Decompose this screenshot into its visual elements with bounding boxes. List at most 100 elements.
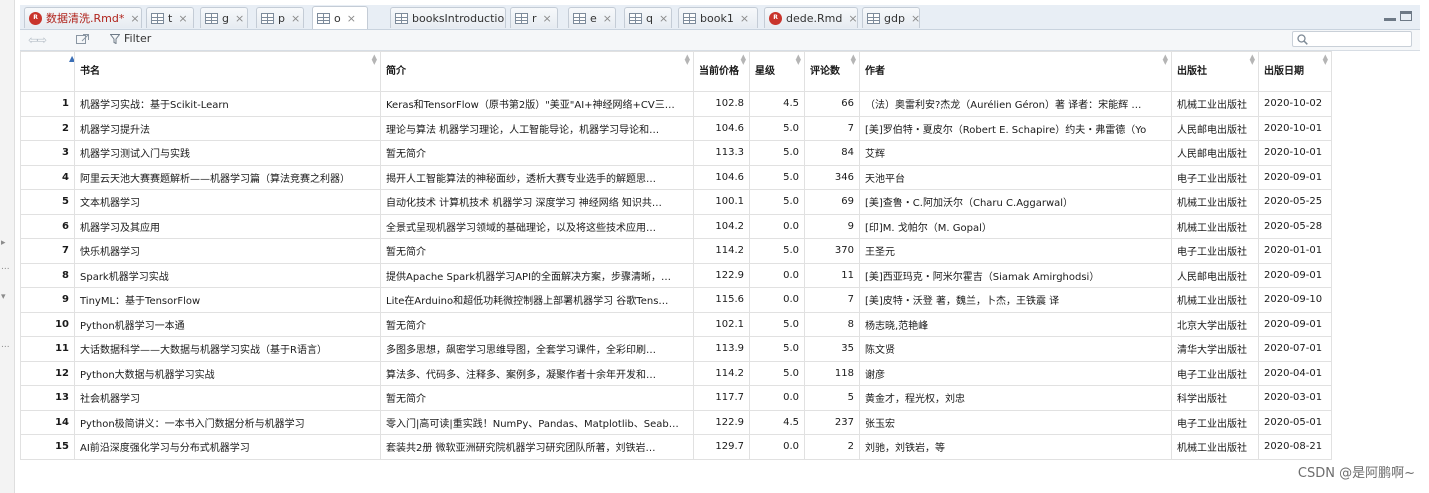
maximize-pane-icon[interactable] (1400, 11, 1412, 21)
table-cell-author: 杨志晓,范艳峰 (859, 311, 1172, 337)
column-header-intro[interactable]: 简介 ▲ ▼ (380, 51, 694, 92)
sort-both-icon[interactable]: ▲ ▼ (1163, 54, 1168, 66)
pane-window-controls (1384, 11, 1412, 21)
close-tab-icon[interactable]: × (130, 12, 139, 25)
rmarkdown-file-icon: R (29, 11, 42, 25)
table-cell-pub-date: 2020-10-01 (1258, 140, 1332, 166)
table-cell-comments: 69 (804, 189, 860, 215)
table-cell-price: 100.1 (693, 189, 750, 215)
table-cell-intro: Lite在Arduino和超低功耗微控制器上部署机器学习 谷歌Tens… (380, 287, 694, 313)
table-cell-comments: 35 (804, 336, 860, 362)
table-cell-comments: 7 (804, 287, 860, 313)
table-cell-title: 阿里云天池大赛赛题解析——机器学习篇（算法竞赛之利器） (74, 164, 381, 190)
filter-button[interactable]: Filter (110, 32, 151, 45)
column-header-title[interactable]: 书名 ▲ ▼ (74, 51, 381, 92)
tab-r[interactable]: r × (510, 7, 558, 28)
table-cell-publisher: 电子工业出版社 (1171, 360, 1259, 386)
table-cell-intro: 提供Apache Spark机器学习API的全面解决方案，步骤清晰，… (380, 262, 694, 288)
tab-g[interactable]: g × (200, 7, 248, 28)
close-tab-icon[interactable]: × (659, 12, 668, 25)
close-tab-icon[interactable]: × (543, 12, 552, 25)
table-cell-rating: 5.0 (749, 336, 805, 362)
sort-both-icon[interactable]: ▲ ▼ (1250, 54, 1255, 66)
tab-p[interactable]: p × (256, 7, 304, 28)
close-tab-icon[interactable]: × (347, 12, 356, 25)
tab-label: q (646, 11, 653, 25)
table-cell-intro: 理论与算法 机器学习理论，人工智能导论，机器学习导论和… (380, 115, 694, 141)
table-cell-price: 104.6 (693, 164, 750, 190)
table-cell-comments: 118 (804, 360, 860, 386)
back-forward-arrows-icon[interactable]: ⇦⇨ (28, 33, 47, 47)
table-cell-intro: Keras和TensorFlow（原书第2版）"美亚"AI+神经网络+CV三… (380, 91, 694, 117)
tab-dede-rmd[interactable]: Rdede.Rmd × (764, 7, 858, 28)
column-header-label: 当前价格 (699, 65, 739, 77)
row-number-cell: 7 (20, 238, 75, 264)
table-cell-intro: 全景式呈现机器学习领域的基础理论，以及将这些技术应用… (380, 213, 694, 239)
table-cell-title: 机器学习提升法 (74, 115, 381, 141)
tab-o[interactable]: o × (312, 6, 368, 29)
table-cell-title: 大话数据科学——大数据与机器学习实战（基于R语言） (74, 336, 381, 362)
search-icon (1297, 34, 1308, 45)
tab-label: book1 (700, 11, 734, 25)
table-cell-rating: 0.0 (749, 262, 805, 288)
tab-gdp[interactable]: gdp × (862, 7, 920, 28)
close-tab-icon[interactable]: × (911, 12, 919, 25)
table-cell-author: 天池平台 (859, 164, 1172, 190)
tab-e[interactable]: e × (568, 7, 616, 28)
tab-rmd[interactable]: R 数据清洗.Rmd* × (24, 7, 142, 28)
table-cell-rating: 5.0 (749, 311, 805, 337)
table-row: 9 TinyML：基于TensorFlow Lite在Arduino和超低功耗微控制… (20, 287, 1332, 313)
table-cell-rating: 5.0 (749, 189, 805, 215)
close-tab-icon[interactable]: × (178, 12, 187, 25)
tab-book1[interactable]: book1 × (678, 7, 758, 28)
column-header-publisher[interactable]: 出版社 ▲ ▼ (1171, 51, 1259, 92)
tab-label: 数据清洗.Rmd* (46, 12, 125, 25)
column-header-rating[interactable]: 星级 ▲ ▼ (749, 51, 805, 92)
pane-edge-mark: ▾ (1, 292, 6, 302)
close-tab-icon[interactable]: × (291, 12, 300, 25)
close-tab-icon[interactable]: × (848, 12, 857, 25)
tab-label: g (222, 11, 229, 25)
sort-both-icon[interactable]: ▲ ▼ (1323, 54, 1328, 66)
sort-both-icon[interactable]: ▲ ▼ (685, 54, 690, 66)
table-cell-publisher: 人民邮电出版社 (1171, 115, 1259, 141)
pane-edge-mark: ... (1, 340, 10, 350)
sort-both-icon[interactable]: ▲ ▼ (372, 54, 377, 66)
show-in-new-window-icon[interactable] (76, 33, 90, 45)
column-header-pub-date[interactable]: 出版日期 ▲ ▼ (1258, 51, 1332, 92)
sort-both-icon[interactable]: ▲ ▼ (741, 54, 746, 66)
table-cell-title: 机器学习测试入门与实践 (74, 140, 381, 166)
search-box[interactable] (1292, 31, 1412, 47)
column-header-label: 出版社 (1177, 65, 1207, 77)
tab-label: booksIntroduction (412, 11, 506, 25)
row-number-cell: 2 (20, 115, 75, 141)
search-input[interactable] (1311, 32, 1409, 46)
close-tab-icon[interactable]: × (603, 12, 612, 25)
table-cell-intro: 自动化技术 计算机技术 机器学习 深度学习 神经网络 知识共… (380, 189, 694, 215)
column-header-price[interactable]: 当前价格 ▲ ▼ (693, 51, 750, 92)
sort-both-icon[interactable]: ▲ ▼ (851, 54, 856, 66)
table-cell-rating: 5.0 (749, 164, 805, 190)
data-grid-icon (205, 12, 218, 24)
table-cell-intro: 暂无简介 (380, 238, 694, 264)
table-cell-pub-date: 2020-05-01 (1258, 409, 1332, 435)
column-header-row-number[interactable]: ▲ (20, 51, 75, 92)
close-tab-icon[interactable]: × (740, 12, 749, 25)
table-cell-intro: 揭开人工智能算法的神秘面纱，透析大赛专业选手的解题思… (380, 164, 694, 190)
table-cell-intro: 暂无简介 (380, 311, 694, 337)
tab-q[interactable]: q × (624, 7, 672, 28)
column-header-label: 评论数 (810, 65, 840, 77)
table-cell-comments: 5 (804, 385, 860, 411)
close-tab-icon[interactable]: × (235, 12, 244, 25)
tab-booksintroduction[interactable]: booksIntroduction× (390, 7, 506, 28)
column-header-comments[interactable]: 评论数 ▲ ▼ (804, 51, 860, 92)
table-cell-pub-date: 2020-05-28 (1258, 213, 1332, 239)
minimize-pane-icon[interactable] (1384, 11, 1396, 21)
table-cell-author: [美]西亚玛克・阿米尔霍吉（Siamak Amirghodsi） (859, 262, 1172, 288)
table-cell-author: 王圣元 (859, 238, 1172, 264)
tab-t[interactable]: t × (146, 7, 194, 28)
table-cell-intro: 多图多思想，飙密学习思维导图，全套学习课件，全彩印刷… (380, 336, 694, 362)
column-header-author[interactable]: 作者 ▲ ▼ (859, 51, 1172, 92)
table-row: 3 机器学习测试入门与实践 暂无简介 113.3 5.0 84 艾辉 人民邮电出版社 2020-… (20, 140, 1332, 166)
sort-both-icon[interactable]: ▲ ▼ (796, 54, 801, 66)
